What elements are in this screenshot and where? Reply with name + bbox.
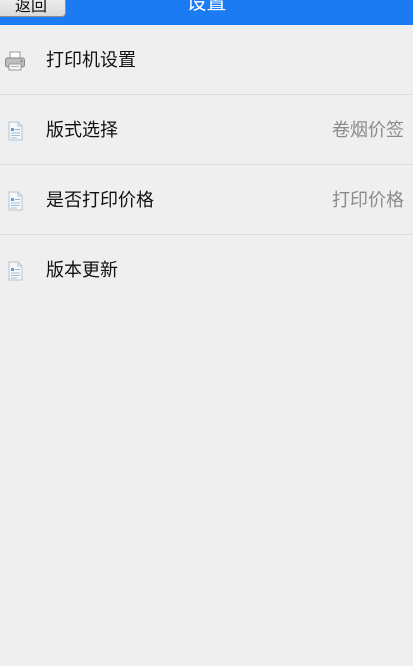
printer-icon bbox=[5, 51, 25, 71]
settings-item-version-update[interactable]: 版本更新 bbox=[0, 235, 413, 305]
document-icon bbox=[8, 121, 23, 141]
settings-list: 打印机设置 版式选择 卷烟价签 是否打印价格 打印价格 版本更新 bbox=[0, 25, 413, 305]
settings-item-label: 版式选择 bbox=[46, 120, 118, 141]
settings-item-label: 打印机设置 bbox=[46, 50, 136, 71]
settings-item-layout[interactable]: 版式选择 卷烟价签 bbox=[0, 95, 413, 165]
page-title: 设置 bbox=[186, 0, 227, 14]
document-icon bbox=[8, 261, 23, 281]
settings-item-label: 版本更新 bbox=[46, 260, 118, 281]
settings-item-printer[interactable]: 打印机设置 bbox=[0, 25, 413, 95]
title-bar: 返回 设置 bbox=[0, 0, 413, 25]
settings-item-label: 是否打印价格 bbox=[46, 190, 154, 211]
document-icon bbox=[8, 191, 23, 211]
settings-item-print-price[interactable]: 是否打印价格 打印价格 bbox=[0, 165, 413, 235]
settings-item-value: 卷烟价签 bbox=[332, 120, 404, 141]
settings-item-value: 打印价格 bbox=[332, 190, 404, 211]
